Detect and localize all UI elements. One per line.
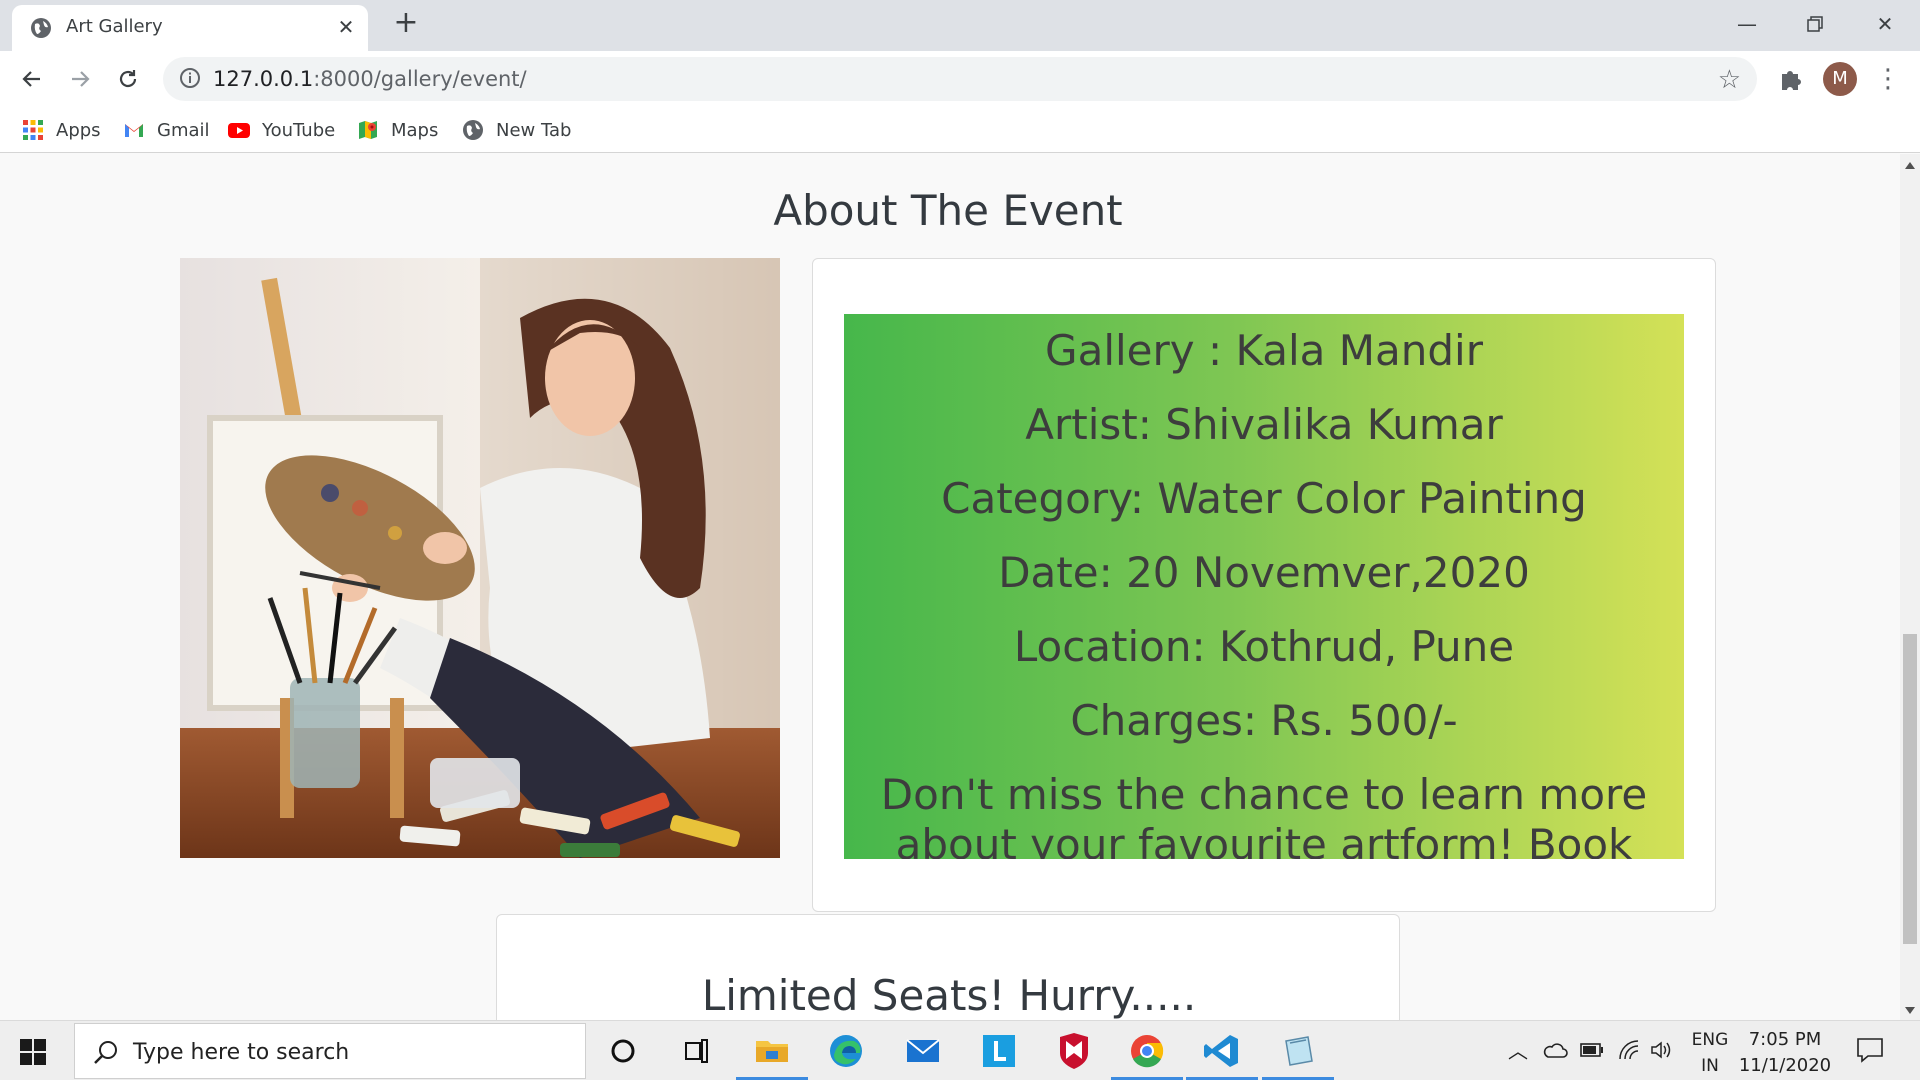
scrollbar-thumb[interactable]: [1903, 634, 1917, 944]
url-text[interactable]: 127.0.0.1:8000/gallery/event/: [213, 67, 527, 91]
scroll-up-arrow-icon[interactable]: [1905, 162, 1915, 169]
browser-menu-icon[interactable]: ⋮: [1875, 62, 1901, 96]
file-explorer-icon[interactable]: [752, 1031, 792, 1071]
chrome-icon[interactable]: [1127, 1031, 1167, 1071]
gmail-icon: [125, 124, 143, 137]
restore-button[interactable]: [1792, 4, 1838, 44]
browser-toolbar: 127.0.0.1:8000/gallery/event/ ☆ M ⋮: [0, 51, 1920, 107]
input-language-indicator[interactable]: ENG IN: [1688, 1027, 1732, 1079]
bookmark-label: Gmail: [157, 119, 210, 141]
event-info-box: Gallery : Kala Mandir Artist: Shivalika …: [844, 314, 1684, 859]
limited-seats-card: Limited Seats! Hurry.....: [496, 914, 1400, 1020]
mcafee-icon[interactable]: [1054, 1031, 1094, 1071]
browser-tabstrip: Art Gallery ✕ + — ✕: [0, 0, 1920, 51]
tab-title: Art Gallery: [66, 16, 163, 37]
event-details-card: Gallery : Kala Mandir Artist: Shivalika …: [812, 258, 1716, 912]
tab-close-icon[interactable]: ✕: [334, 15, 358, 39]
site-info-icon[interactable]: [179, 67, 201, 89]
scroll-down-arrow-icon[interactable]: [1905, 1007, 1915, 1014]
globe-icon: [463, 120, 483, 140]
event-date: Date: 20 Novemver,2020: [998, 548, 1530, 597]
event-category: Category: Water Color Painting: [941, 474, 1587, 523]
bookmark-new-tab[interactable]: New Tab: [462, 117, 571, 143]
onedrive-cloud-icon[interactable]: [1542, 1041, 1568, 1059]
extensions-puzzle-icon[interactable]: [1777, 65, 1805, 93]
mail-icon[interactable]: [903, 1031, 943, 1071]
notification-center-icon[interactable]: [1856, 1037, 1884, 1063]
search-placeholder: Type here to search: [133, 1040, 350, 1065]
bookmark-label: Apps: [56, 119, 101, 141]
search-icon: [94, 1041, 117, 1064]
globe-icon: [31, 18, 51, 38]
event-cta-text: Don't miss the chance to learn more abou…: [880, 770, 1648, 859]
bookmark-maps[interactable]: Maps: [357, 117, 438, 143]
youtube-icon: [228, 123, 250, 138]
new-tab-button[interactable]: +: [390, 8, 422, 40]
windows-start-icon[interactable]: [20, 1039, 46, 1065]
event-location: Location: Kothrud, Pune: [1013, 622, 1515, 671]
bookmark-label: New Tab: [496, 119, 572, 141]
page-viewport: About The Event Gallery: Kala Mandir Ar…: [0, 154, 1900, 1020]
event-charges: Charges: Rs. 500/-: [1070, 696, 1458, 745]
bookmark-label: YouTube: [262, 119, 336, 141]
address-bar[interactable]: 127.0.0.1:8000/gallery/event/ ☆: [163, 57, 1757, 101]
edge-icon[interactable]: [826, 1031, 866, 1071]
task-view-icon[interactable]: [676, 1031, 716, 1071]
close-window-button[interactable]: ✕: [1862, 4, 1908, 44]
bookmark-star-icon[interactable]: ☆: [1718, 65, 1741, 95]
show-hidden-icons-icon[interactable]: ︿: [1508, 1035, 1528, 1064]
reload-button[interactable]: [110, 61, 146, 97]
back-button[interactable]: [14, 61, 50, 97]
lens-app-icon[interactable]: [979, 1031, 1019, 1071]
page-title: About The Event: [773, 186, 1123, 235]
minimize-button[interactable]: —: [1724, 4, 1770, 44]
clock-date: 11/1/2020: [1738, 1055, 1832, 1076]
apps-grid-icon: [23, 120, 43, 140]
event-artist-photo: [180, 258, 780, 858]
notepad-icon[interactable]: [1278, 1031, 1318, 1071]
bookmarks-bar: Apps Gmail YouTube Maps New Tab: [0, 107, 1920, 153]
profile-avatar[interactable]: M: [1823, 62, 1857, 96]
page-scrollbar[interactable]: [1900, 154, 1920, 1020]
volume-icon[interactable]: [1650, 1040, 1674, 1060]
taskbar-search-input[interactable]: Type here to search: [74, 1023, 586, 1079]
windows-taskbar: Type here to search ︿ ENG IN 7:05 PM 11/…: [0, 1020, 1920, 1080]
event-artist: Artist: Shivalika Kumar: [1025, 400, 1503, 449]
system-clock[interactable]: 7:05 PM 11/1/2020: [1730, 1027, 1840, 1079]
browser-tab[interactable]: Art Gallery ✕: [12, 5, 368, 51]
bookmark-label: Maps: [391, 119, 439, 141]
battery-icon[interactable]: [1580, 1043, 1604, 1057]
clock-time: 7:05 PM: [1748, 1029, 1822, 1050]
bookmark-youtube[interactable]: YouTube: [228, 117, 335, 143]
event-gallery: Gallery : Kala Mandir: [1045, 326, 1483, 375]
forward-button[interactable]: [62, 61, 98, 97]
bookmark-gmail[interactable]: Gmail: [123, 117, 210, 143]
wifi-icon[interactable]: [1618, 1039, 1640, 1061]
maps-icon: [359, 121, 377, 139]
bookmark-apps[interactable]: Apps: [22, 117, 101, 143]
limited-seats-title: Limited Seats! Hurry.....: [701, 971, 1197, 1020]
vscode-icon[interactable]: [1202, 1031, 1242, 1071]
cortana-icon[interactable]: [603, 1031, 643, 1071]
